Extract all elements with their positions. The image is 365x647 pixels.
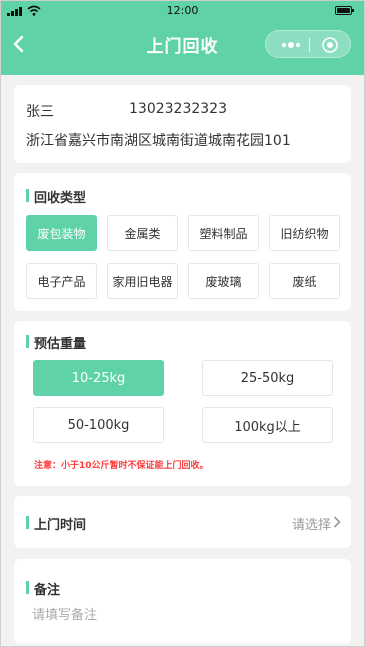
section-title-recycle-type: 回收类型 xyxy=(26,187,86,206)
type-option-textile[interactable]: 旧纺织物 xyxy=(269,215,340,251)
section-title-label: 上门时间 xyxy=(34,518,87,533)
section-title-remark: 备注 xyxy=(26,579,60,598)
mini-program-capsule xyxy=(265,30,351,58)
weight-option-25-50[interactable]: 25-50kg xyxy=(202,360,333,396)
section-title-label: 预估重量 xyxy=(34,337,87,352)
capsule-divider xyxy=(309,38,310,52)
section-accent-bar xyxy=(26,189,29,202)
weight-option-100-plus[interactable]: 100kg以上 xyxy=(202,407,333,443)
section-accent-bar xyxy=(26,581,29,594)
section-accent-bar xyxy=(26,516,29,529)
status-bar: 12:00 xyxy=(1,1,364,21)
weight-notice: 注意：小于10公斤暂时不保证能上门回收。 xyxy=(34,461,209,471)
type-option-appliances[interactable]: 家用旧电器 xyxy=(107,263,178,299)
type-option-metal[interactable]: 金属类 xyxy=(107,215,178,251)
recycle-type-card: 回收类型 废包装物 金属类 塑料制品 旧纺织物 电子产品 家用旧电器 废玻璃 废… xyxy=(14,173,351,311)
section-accent-bar xyxy=(26,335,29,348)
close-icon[interactable] xyxy=(321,36,339,54)
contact-name: 张三 xyxy=(26,104,54,120)
remark-card: 备注 xyxy=(14,559,351,644)
section-title-weight: 预估重量 xyxy=(26,333,86,352)
visit-time-picker[interactable]: 请选择 xyxy=(292,514,331,533)
remark-input[interactable] xyxy=(32,603,332,627)
more-icon[interactable] xyxy=(278,37,304,53)
section-title-visit-time: 上门时间 xyxy=(26,514,86,533)
weight-card: 预估重量 10-25kg 25-50kg 50-100kg 100kg以上 注意… xyxy=(14,321,351,486)
contact-phone: 13023232323 xyxy=(129,101,227,117)
contact-address: 浙江省嘉兴市南湖区城南街道城南花园101 xyxy=(26,133,291,149)
visit-time-row[interactable]: 上门时间 请选择 xyxy=(14,496,351,548)
type-option-electronics[interactable]: 电子产品 xyxy=(26,263,97,299)
type-option-packaging[interactable]: 废包装物 xyxy=(26,215,97,251)
app-header: 12:00 上门回收 xyxy=(1,1,364,75)
type-option-paper[interactable]: 废纸 xyxy=(269,263,340,299)
weight-option-50-100[interactable]: 50-100kg xyxy=(33,407,164,443)
battery-icon xyxy=(335,6,354,15)
address-card[interactable]: 张三 13023232323 浙江省嘉兴市南湖区城南街道城南花园101 xyxy=(14,85,351,163)
chevron-right-icon xyxy=(333,516,341,528)
type-option-glass[interactable]: 废玻璃 xyxy=(188,263,259,299)
weight-option-10-25[interactable]: 10-25kg xyxy=(33,360,164,396)
section-title-label: 备注 xyxy=(34,583,61,598)
section-title-label: 回收类型 xyxy=(34,191,87,206)
type-option-plastic[interactable]: 塑料制品 xyxy=(188,215,259,251)
status-time: 12:00 xyxy=(166,4,199,17)
